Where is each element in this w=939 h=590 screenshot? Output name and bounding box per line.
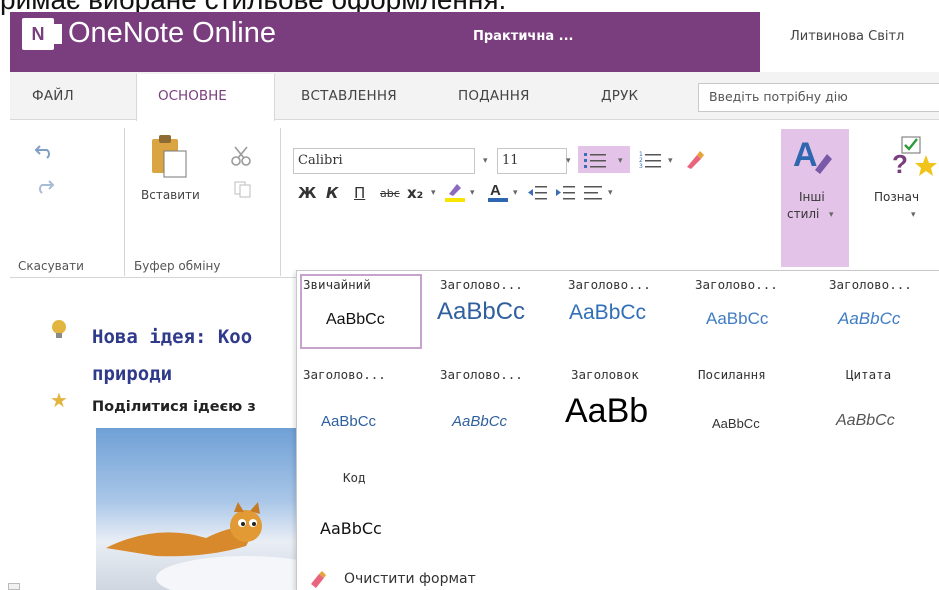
decrease-indent-icon[interactable] — [527, 184, 549, 202]
logo-letter: N — [31, 23, 45, 44]
clipboard-group-label: Буфер обміну — [134, 259, 221, 273]
paste-label[interactable]: Вставити — [141, 188, 200, 202]
underline-button[interactable]: П — [354, 184, 365, 202]
style-name[interactable]: Заголовок — [571, 367, 639, 382]
tab-file[interactable]: ФАЙЛ — [32, 88, 74, 104]
font-size-value: 11 — [502, 153, 519, 168]
style-name[interactable]: Заголово... — [829, 277, 912, 292]
share-idea-text[interactable]: Поділитися ідеєю з — [92, 399, 256, 415]
numbering-icon[interactable]: 1 2 3 — [639, 150, 665, 170]
style-sample[interactable]: AaBbCc — [452, 413, 507, 430]
svg-text:A: A — [793, 136, 818, 174]
style-name[interactable]: Заголово... — [303, 367, 386, 382]
style-sample[interactable]: AaBbCc — [712, 416, 760, 431]
chevron-down-icon[interactable]: ▾ — [618, 156, 623, 166]
format-painter-icon[interactable] — [683, 149, 705, 171]
tab-view[interactable]: ПОДАННЯ — [458, 88, 530, 104]
copy-icon[interactable] — [233, 180, 253, 198]
notebook-name[interactable]: Практична ... — [473, 29, 573, 44]
tags-label[interactable]: Познач — [874, 190, 919, 204]
align-icon[interactable] — [583, 184, 605, 202]
style-sample[interactable]: AaBbCc — [838, 309, 900, 329]
lightbulb-icon — [52, 320, 66, 338]
onenote-window: римає вибране стильове оформлення. N One… — [0, 0, 939, 590]
svg-text:?: ? — [892, 149, 908, 177]
style-name[interactable]: Посилання — [698, 367, 766, 382]
page-title[interactable]: Нова ідея: Коо — [92, 326, 252, 348]
styles-label-line2: стилі — [787, 207, 820, 221]
tags-icon[interactable]: ? — [890, 133, 939, 177]
styles-label-line1: Інші — [799, 190, 825, 204]
chevron-down-icon[interactable]: ▾ — [483, 156, 488, 166]
undo-group-label: Скасувати — [18, 259, 84, 273]
scroll-handle[interactable] — [8, 583, 20, 590]
font-size-select[interactable]: 11 — [497, 148, 567, 174]
style-name[interactable]: Заголово... — [440, 367, 523, 382]
style-sample[interactable]: AaBbCc — [321, 413, 376, 430]
paste-icon[interactable] — [148, 133, 192, 179]
chevron-down-icon[interactable]: ▾ — [911, 210, 916, 220]
style-name[interactable]: Цитата — [846, 367, 891, 382]
ribbon-separator — [280, 128, 281, 276]
bold-button[interactable]: Ж — [298, 184, 316, 202]
style-name[interactable]: Заголово... — [440, 277, 523, 292]
increase-indent-icon[interactable] — [555, 184, 577, 202]
redo-icon[interactable] — [34, 177, 56, 195]
flying-cat-illustration — [106, 502, 336, 590]
tab-insert[interactable]: ВСТАВЛЕННЯ — [301, 88, 397, 104]
style-sample[interactable]: AaBbCc — [836, 412, 895, 430]
bullets-icon — [584, 153, 606, 168]
style-sample[interactable]: AaBbCc — [437, 298, 525, 326]
chevron-down-icon[interactable]: ▾ — [470, 188, 475, 198]
style-name[interactable]: Заголово... — [568, 277, 651, 292]
eraser-icon — [311, 571, 326, 588]
clear-format-item[interactable]: Очистити формат — [344, 571, 476, 587]
style-name[interactable]: Звичайний — [303, 277, 371, 292]
style-sample[interactable]: AaBbCc — [320, 519, 382, 538]
chevron-down-icon[interactable]: ▾ — [608, 188, 613, 198]
style-sample[interactable]: AaBbCc — [706, 309, 768, 329]
page-image[interactable] — [96, 428, 336, 590]
styles-icon: A — [793, 136, 832, 174]
user-name[interactable]: Литвинова Світл — [790, 29, 904, 44]
svg-text:A: A — [490, 182, 501, 199]
cut-icon[interactable] — [230, 145, 252, 167]
page-title-line2[interactable]: природи — [92, 363, 172, 385]
svg-text:3: 3 — [639, 163, 643, 170]
italic-button[interactable]: К — [326, 184, 338, 202]
style-name[interactable]: Заголово... — [695, 277, 778, 292]
chevron-down-icon: ▾ — [829, 210, 834, 220]
font-name-value: Calibri — [298, 153, 343, 168]
chevron-down-icon[interactable]: ▾ — [566, 156, 571, 166]
ribbon-separator — [124, 128, 125, 276]
highlight-icon[interactable] — [443, 180, 467, 204]
style-sample[interactable]: AaBbCc — [569, 301, 646, 325]
subscript-button[interactable]: x₂ — [407, 184, 423, 202]
chevron-down-icon[interactable]: ▾ — [668, 156, 673, 166]
style-name[interactable]: Код — [343, 470, 366, 485]
chevron-down-icon[interactable]: ▾ — [431, 188, 436, 198]
undo-icon[interactable] — [34, 142, 56, 160]
star-icon: ★ — [50, 388, 68, 412]
style-sample[interactable]: AaBbCc — [326, 311, 385, 329]
font-color-icon[interactable]: A — [486, 180, 510, 204]
onenote-logo-icon[interactable]: N — [22, 18, 62, 50]
search-placeholder: Введіть потрібну дію — [709, 89, 848, 104]
app-title[interactable]: OneNote Online — [68, 17, 276, 50]
strikethrough-button[interactable]: abc — [380, 187, 400, 200]
tab-print[interactable]: ДРУК — [601, 88, 638, 104]
tab-home[interactable]: ОСНОВНЕ — [158, 88, 227, 104]
style-sample[interactable]: AaBb — [565, 392, 648, 431]
chevron-down-icon[interactable]: ▾ — [513, 188, 518, 198]
font-name-select[interactable]: Calibri — [293, 148, 475, 174]
